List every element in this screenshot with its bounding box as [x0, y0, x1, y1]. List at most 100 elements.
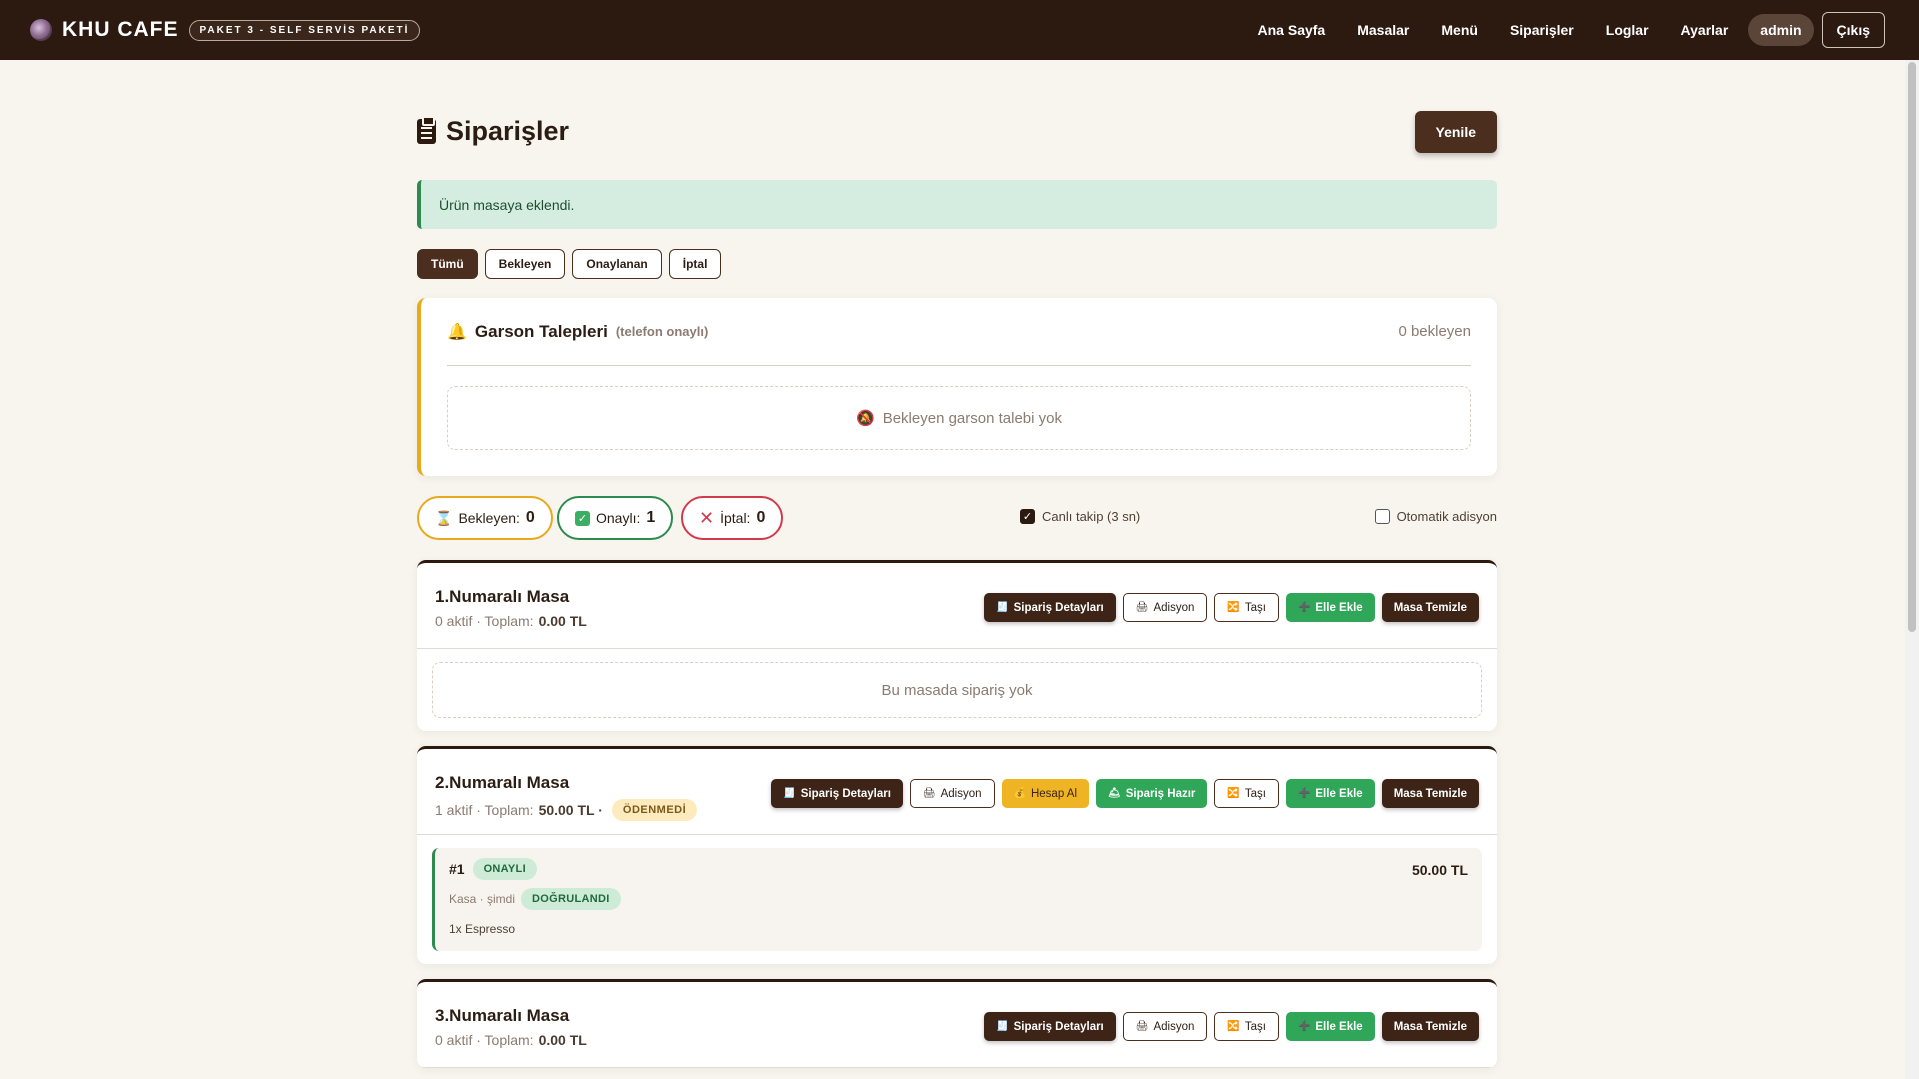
order-item[interactable]: #1 ONAYLI 50.00 TL Kasa · şimdi DOĞRULAN…	[432, 848, 1482, 951]
manual-add-button[interactable]: ➕ Elle Ekle	[1285, 593, 1375, 622]
main-content: Siparişler Yenile Ürün masaya eklendi. T…	[417, 60, 1497, 1068]
live-track-label: Canlı takip (3 sn)	[1042, 509, 1141, 524]
auto-bill-toggle[interactable]: Otomatik adisyon	[1374, 509, 1497, 524]
table-active-count: 0 aktif · Toplam:	[435, 613, 534, 629]
cross-icon: ✕	[699, 507, 715, 528]
take-payment-button[interactable]: 💰 Hesap Al	[1001, 779, 1090, 808]
filter-approved[interactable]: Onaylanan	[572, 249, 662, 279]
nav-links: Ana Sayfa Masalar Menü Siparişler Loglar…	[1242, 0, 1885, 60]
scrollbar-thumb[interactable]	[1908, 62, 1916, 632]
table-active-count: 1 aktif · Toplam:	[435, 802, 534, 818]
table-meta: 0 aktif · Toplam: 0.00 TL	[435, 1032, 587, 1048]
table-actions: 🧾 Sipariş Detayları 🖨 Adisyon 🔀 Taşı ➕ Elle …	[984, 1012, 1479, 1041]
clear-table-button[interactable]: Masa Temizle	[1381, 593, 1479, 622]
auto-bill-label: Otomatik adisyon	[1396, 509, 1497, 524]
plus-icon: ➕	[1297, 602, 1311, 613]
waiter-requests-card: 🔔 Garson Talepleri (telefon onaylı) 0 be…	[417, 298, 1497, 476]
bell-off-icon: 🔕	[856, 410, 875, 427]
bell-ring-icon: 🛎	[1108, 788, 1121, 799]
move-icon: 🔀	[1227, 788, 1240, 799]
move-button[interactable]: 🔀 Taşı	[1214, 593, 1279, 622]
clipboard-icon	[417, 116, 436, 144]
bill-button[interactable]: 🖨 Adisyon	[1122, 593, 1208, 622]
receipt-icon: 🧾	[996, 602, 1009, 613]
manual-add-label: Elle Ekle	[1315, 1020, 1363, 1033]
table-card-header: 1.Numaralı Masa 0 aktif · Toplam: 0.00 T…	[417, 563, 1497, 649]
order-items: 1x Espresso	[449, 922, 516, 936]
waiter-requests-title: Garson Talepleri	[474, 321, 608, 341]
nav-link-orders[interactable]: Siparişler	[1494, 22, 1590, 38]
table-meta: 1 aktif · Toplam: 50.00 TL · ÖDENMEDİ	[435, 799, 698, 821]
printer-icon: 🖨	[1135, 602, 1149, 613]
stat-pending-value: 0	[525, 509, 535, 526]
brand[interactable]: KHU CAFE PAKET 3 - SELF SERVİS PAKETİ	[30, 18, 421, 42]
logout-button[interactable]: Çıkış	[1821, 12, 1885, 48]
page-scrollbar[interactable]	[1905, 60, 1919, 1079]
nav-link-tables[interactable]: Masalar	[1341, 22, 1425, 38]
user-badge[interactable]: admin	[1748, 14, 1814, 46]
bill-button[interactable]: 🖨 Adisyon	[909, 779, 995, 808]
order-details-button[interactable]: 🧾 Sipariş Detayları	[984, 593, 1116, 622]
nav-link-home[interactable]: Ana Sayfa	[1242, 22, 1342, 38]
printer-icon: 🖨	[922, 788, 936, 799]
order-details-button[interactable]: 🧾 Sipariş Detayları	[984, 1012, 1116, 1041]
table-card-body: #1 ONAYLI 50.00 TL Kasa · şimdi DOĞRULAN…	[417, 835, 1497, 964]
clear-table-button[interactable]: Masa Temizle	[1381, 779, 1479, 808]
nav-link-menu[interactable]: Menü	[1425, 22, 1494, 38]
clear-table-button[interactable]: Masa Temizle	[1381, 1012, 1479, 1041]
stat-cancelled: ✕ İptal: 0	[681, 496, 784, 540]
bell-icon: 🔔	[447, 323, 467, 341]
table-meta: 0 aktif · Toplam: 0.00 TL	[435, 613, 587, 629]
live-track-checkbox[interactable]: ✓	[1020, 509, 1035, 524]
receipt-icon: 🧾	[996, 1021, 1009, 1032]
order-ready-button[interactable]: 🛎 Sipariş Hazır	[1096, 779, 1208, 808]
hourglass-icon: ⌛	[435, 509, 453, 526]
money-bag-icon: 💰	[1013, 788, 1026, 799]
nav-link-settings[interactable]: Ayarlar	[1665, 22, 1745, 38]
move-button[interactable]: 🔀 Taşı	[1214, 779, 1279, 808]
order-details-button[interactable]: 🧾 Sipariş Detayları	[771, 779, 903, 808]
waiter-requests-empty-text: Bekleyen garson talebi yok	[882, 409, 1062, 427]
table-card: 3.Numaralı Masa 0 aktif · Toplam: 0.00 T…	[417, 979, 1497, 1068]
waiter-requests-empty: 🔕 Bekleyen garson talebi yok	[447, 386, 1471, 450]
move-button[interactable]: 🔀 Taşı	[1214, 1012, 1279, 1041]
filter-pending[interactable]: Bekleyen	[484, 249, 566, 279]
page-title: Siparişler	[417, 116, 569, 147]
manual-add-label: Elle Ekle	[1315, 601, 1363, 614]
filter-all[interactable]: Tümü	[417, 249, 478, 279]
order-status-badge: ONAYLI	[472, 858, 537, 880]
nav-link-logs[interactable]: Loglar	[1590, 22, 1665, 38]
table-total: 0.00 TL	[538, 613, 587, 629]
bill-button[interactable]: 🖨 Adisyon	[1122, 1012, 1208, 1041]
manual-add-button[interactable]: ➕ Elle Ekle	[1285, 1012, 1375, 1041]
order-filters: Tümü Bekleyen Onaylanan İptal	[417, 249, 1497, 279]
table-total: 50.00 TL ·	[538, 802, 603, 818]
bill-label: Adisyon	[1153, 1020, 1195, 1033]
manual-add-button[interactable]: ➕ Elle Ekle	[1285, 779, 1375, 808]
stat-pending: ⌛ Bekleyen: 0	[417, 496, 553, 540]
table-empty-message: Bu masada sipariş yok	[432, 662, 1482, 718]
bill-label: Adisyon	[940, 787, 982, 800]
auto-bill-checkbox[interactable]	[1374, 509, 1390, 524]
order-details-label: Sipariş Detayları	[1013, 601, 1104, 614]
unpaid-badge: ÖDENMEDİ	[611, 799, 698, 821]
brand-name: KHU CAFE	[62, 18, 179, 41]
order-ready-label: Sipariş Hazır	[1125, 787, 1196, 800]
stat-cancelled-label: İptal:	[720, 510, 751, 526]
stat-approved-label: Onaylı:	[596, 510, 641, 526]
top-navbar: KHU CAFE PAKET 3 - SELF SERVİS PAKETİ An…	[0, 0, 1919, 60]
refresh-button[interactable]: Yenile	[1414, 111, 1497, 153]
live-track-toggle[interactable]: ✓ Canlı takip (3 sn)	[1020, 509, 1140, 524]
plus-icon: ➕	[1297, 1021, 1311, 1032]
stat-approved: ✓ Onaylı: 1	[557, 496, 674, 540]
success-alert: Ürün masaya eklendi.	[417, 180, 1497, 229]
package-badge: PAKET 3 - SELF SERVİS PAKETİ	[188, 19, 421, 41]
take-payment-label: Hesap Al	[1030, 787, 1078, 800]
order-price: 50.00 TL	[1411, 862, 1468, 878]
table-card: 1.Numaralı Masa 0 aktif · Toplam: 0.00 T…	[417, 560, 1497, 731]
table-card-header: 3.Numaralı Masa 0 aktif · Toplam: 0.00 T…	[417, 982, 1497, 1068]
filter-cancelled[interactable]: İptal	[668, 249, 722, 279]
order-details-label: Sipariş Detayları	[800, 787, 891, 800]
table-title: 2.Numaralı Masa	[435, 773, 570, 792]
table-title: 3.Numaralı Masa	[435, 1006, 570, 1025]
